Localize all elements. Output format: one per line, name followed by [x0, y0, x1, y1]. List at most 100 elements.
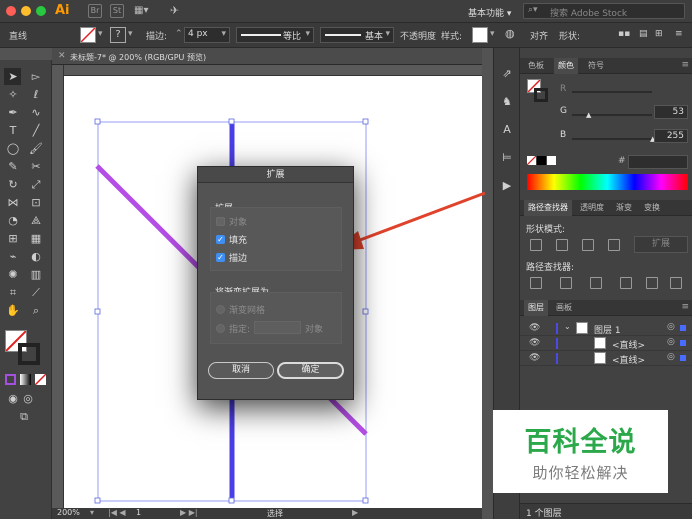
- tab-color[interactable]: 颜色: [554, 58, 578, 74]
- free-transform-tool-icon[interactable]: ⊡: [28, 195, 44, 211]
- tab-transform[interactable]: 变换: [640, 200, 664, 216]
- line-segment-tool-icon[interactable]: ╱: [28, 123, 44, 139]
- control-menu-icon[interactable]: ≡: [675, 29, 683, 39]
- close-window-button[interactable]: [6, 6, 16, 16]
- visibility-eye-icon[interactable]: 👁: [529, 338, 540, 348]
- color-spectrum[interactable]: [527, 174, 688, 190]
- rotate-tool-icon[interactable]: ↻: [5, 177, 21, 193]
- color-stroke-proxy[interactable]: [534, 88, 548, 102]
- tab-artboards[interactable]: 画板: [552, 300, 576, 316]
- gradient-tool-icon[interactable]: ▦: [28, 231, 44, 247]
- export-icon[interactable]: ⇗: [499, 66, 515, 82]
- character-panel-icon[interactable]: A: [499, 122, 515, 138]
- stock-search-input[interactable]: ⌕▾ 搜索 Adobe Stock: [523, 3, 685, 19]
- none-mode-button[interactable]: [35, 374, 46, 385]
- type-tool-icon[interactable]: T: [5, 123, 21, 139]
- gradient-mesh-radio[interactable]: [216, 305, 225, 314]
- panel-menu-icon[interactable]: ≡: [681, 302, 689, 312]
- magic-wand-tool-icon[interactable]: ✧: [5, 87, 21, 103]
- tab-transparency[interactable]: 透明度: [576, 200, 608, 216]
- zoom-tool-icon[interactable]: ⌕: [28, 303, 44, 319]
- paintbrush-tool-icon[interactable]: 🖌: [28, 141, 44, 157]
- shaper-tool-icon[interactable]: ✎: [5, 159, 21, 175]
- scale-tool-icon[interactable]: ⤢: [28, 177, 44, 193]
- r-slider[interactable]: [572, 91, 652, 93]
- chevron-down-icon[interactable]: ▾: [490, 29, 495, 39]
- selection-tool-icon[interactable]: ➤: [5, 69, 21, 85]
- hex-field[interactable]: [628, 155, 688, 169]
- stroke-dropdown-icon[interactable]: ▾: [128, 29, 133, 39]
- vertical-ruler[interactable]: [52, 65, 64, 508]
- zoom-window-button[interactable]: [36, 6, 46, 16]
- tab-pathfinder[interactable]: 路径查找器: [524, 200, 572, 216]
- arrange-documents-icon[interactable]: ▦▾: [134, 5, 148, 16]
- zoom-level[interactable]: 200%: [57, 508, 80, 517]
- pen-tool-icon[interactable]: ✒: [5, 105, 21, 121]
- bbox-handle[interactable]: [362, 118, 369, 125]
- bbox-handle[interactable]: [362, 497, 369, 504]
- ellipse-tool-icon[interactable]: ◯: [5, 141, 21, 157]
- ok-button[interactable]: 确定: [277, 362, 344, 379]
- trim-icon[interactable]: [560, 277, 572, 289]
- tab-layers[interactable]: 图层: [524, 300, 548, 316]
- scissors-tool-icon[interactable]: ✂: [28, 159, 44, 175]
- stroke-weight-field[interactable]: 4 px ▾: [184, 27, 230, 43]
- slice-tool-icon[interactable]: ⟋: [28, 285, 44, 301]
- selection-indicator[interactable]: [680, 355, 686, 361]
- white-swatch[interactable]: [547, 156, 556, 165]
- status-menu-icon[interactable]: ▶: [352, 508, 358, 517]
- dialog-title[interactable]: 扩展: [198, 167, 353, 183]
- merge-icon[interactable]: [590, 277, 602, 289]
- visibility-eye-icon[interactable]: 👁: [529, 353, 540, 363]
- g-slider-thumb[interactable]: ▲: [586, 111, 591, 119]
- outline-icon[interactable]: [646, 277, 658, 289]
- puppet-warp-icon[interactable]: ♞: [499, 94, 515, 110]
- object-checkbox[interactable]: [216, 217, 225, 226]
- first-artboard-icon[interactable]: |◀ ◀: [108, 508, 126, 517]
- perspective-grid-tool-icon[interactable]: ⟁: [28, 213, 44, 229]
- artboard-number[interactable]: 1: [136, 508, 141, 517]
- align-panel-icon[interactable]: ⊨: [499, 150, 515, 166]
- panel-menu-icon[interactable]: ≡: [681, 60, 689, 70]
- curvature-tool-icon[interactable]: ∿: [28, 105, 44, 121]
- layer-row[interactable]: 👁 <直线> ◎: [520, 336, 692, 351]
- intersect-icon[interactable]: [582, 239, 594, 251]
- chevron-down-icon[interactable]: ▾: [90, 508, 94, 517]
- artboard-tool-icon[interactable]: ⌗: [5, 285, 21, 301]
- b-slider[interactable]: [572, 138, 652, 140]
- stroke-color-swatch[interactable]: [18, 343, 40, 365]
- blend-tool-icon[interactable]: ◐: [28, 249, 44, 265]
- gpu-performance-icon[interactable]: ✈: [170, 4, 179, 17]
- shape-builder-tool-icon[interactable]: ◔: [5, 213, 21, 229]
- layer-row[interactable]: 👁 ⌄ 图层 1 ◎: [520, 321, 692, 336]
- last-artboard-icon[interactable]: ▶ ▶|: [180, 508, 198, 517]
- draw-normal-icon[interactable]: ◉: [5, 391, 21, 407]
- transform-icon[interactable]: ⊞: [655, 29, 663, 39]
- graphic-style-swatch[interactable]: [472, 27, 488, 43]
- close-tab-icon[interactable]: ✕: [58, 51, 66, 61]
- unite-icon[interactable]: [530, 239, 542, 251]
- gradient-mode-button[interactable]: [20, 374, 31, 385]
- target-circle-icon[interactable]: ◎: [667, 322, 675, 332]
- recolor-artwork-icon[interactable]: ◍: [505, 27, 515, 40]
- minus-front-icon[interactable]: [556, 239, 568, 251]
- tab-symbols[interactable]: 符号: [584, 58, 608, 74]
- actions-panel-icon[interactable]: ▶: [499, 178, 515, 194]
- arrange-icon[interactable]: ▤: [639, 29, 648, 39]
- minimize-window-button[interactable]: [21, 6, 31, 16]
- stroke-weight-stepper[interactable]: ⌃: [175, 29, 183, 39]
- eyedropper-tool-icon[interactable]: ⌁: [5, 249, 21, 265]
- bridge-icon[interactable]: Br: [88, 4, 102, 18]
- target-circle-icon[interactable]: ◎: [667, 337, 675, 347]
- crop-icon[interactable]: [620, 277, 632, 289]
- layer-name[interactable]: 图层 1: [594, 323, 621, 336]
- minus-back-icon[interactable]: [670, 277, 682, 289]
- opacity-label[interactable]: 不透明度: [400, 29, 436, 42]
- chevron-down-icon[interactable]: ⌄: [564, 322, 571, 331]
- target-circle-icon[interactable]: ◎: [667, 352, 675, 362]
- hand-tool-icon[interactable]: ✋: [5, 303, 21, 319]
- black-swatch[interactable]: [537, 156, 546, 165]
- stroke-swatch[interactable]: ?: [110, 27, 126, 43]
- b-value-field[interactable]: 255: [654, 129, 688, 143]
- isolate-icon[interactable]: ▪▪: [618, 29, 630, 39]
